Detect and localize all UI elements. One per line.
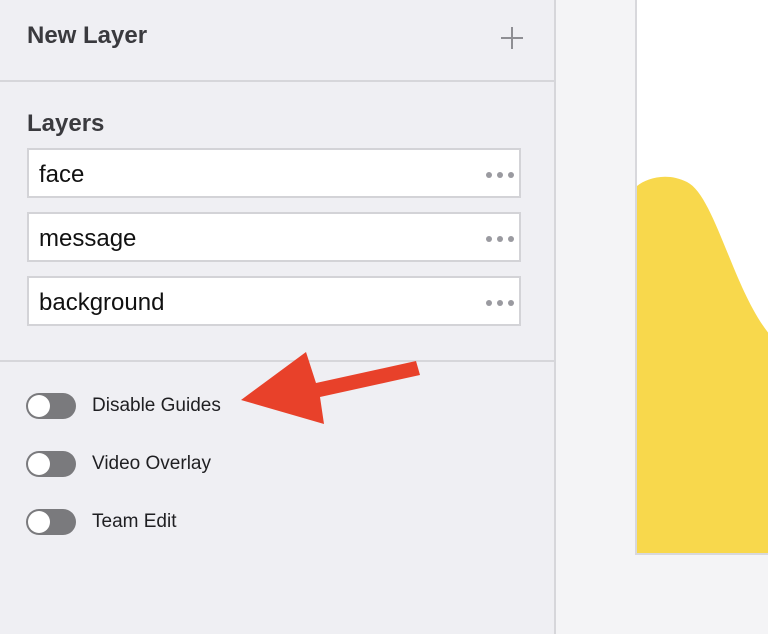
new-layer-bar: New Layer xyxy=(0,0,554,82)
layer-name: background xyxy=(39,289,165,316)
ellipsis-icon[interactable] xyxy=(486,172,514,178)
toggle-label: Team Edit xyxy=(92,511,177,532)
sidebar-panel: New Layer Layers face message background xyxy=(0,0,556,634)
yellow-shape xyxy=(637,176,768,553)
toggle-knob xyxy=(28,511,50,533)
new-layer-title: New Layer xyxy=(27,22,148,49)
ellipsis-icon[interactable] xyxy=(486,300,514,306)
toggle-knob xyxy=(28,395,50,417)
toggle-knob xyxy=(28,453,50,475)
toggle-label: Video Overlay xyxy=(92,453,211,474)
canvas-artboard[interactable] xyxy=(635,0,768,555)
plus-icon[interactable] xyxy=(500,26,524,50)
toggle-row-team-edit: Team Edit xyxy=(26,509,426,535)
toggle-label: Disable Guides xyxy=(92,395,221,416)
layers-title: Layers xyxy=(27,110,105,137)
video-overlay-toggle[interactable] xyxy=(26,451,76,477)
team-edit-toggle[interactable] xyxy=(26,509,76,535)
layer-name: message xyxy=(39,225,137,252)
layer-item-message[interactable]: message xyxy=(27,212,521,262)
red-arrow-annotation xyxy=(241,352,420,424)
layer-item-background[interactable]: background xyxy=(27,276,521,326)
toggle-row-video-overlay: Video Overlay xyxy=(26,451,426,477)
ellipsis-icon[interactable] xyxy=(486,236,514,242)
layers-section: Layers face message background xyxy=(0,82,554,362)
layer-item-face[interactable]: face xyxy=(27,148,521,198)
disable-guides-toggle[interactable] xyxy=(26,393,76,419)
layer-name: face xyxy=(39,161,85,188)
